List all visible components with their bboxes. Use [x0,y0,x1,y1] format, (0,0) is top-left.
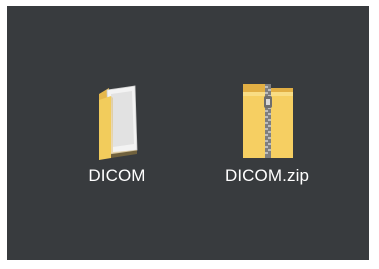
desktop-item-dicom-folder[interactable]: DICOM [62,74,172,186]
folder-with-documents-icon [99,85,138,160]
desktop-item-dicom-zip[interactable]: DICOM.zip [212,74,322,186]
desktop-item-label: DICOM [88,166,146,185]
zip-folder-icon [243,84,293,158]
desktop: DICOM DICOM.zip [7,6,369,260]
desktop-item-label: DICOM.zip [224,166,310,185]
